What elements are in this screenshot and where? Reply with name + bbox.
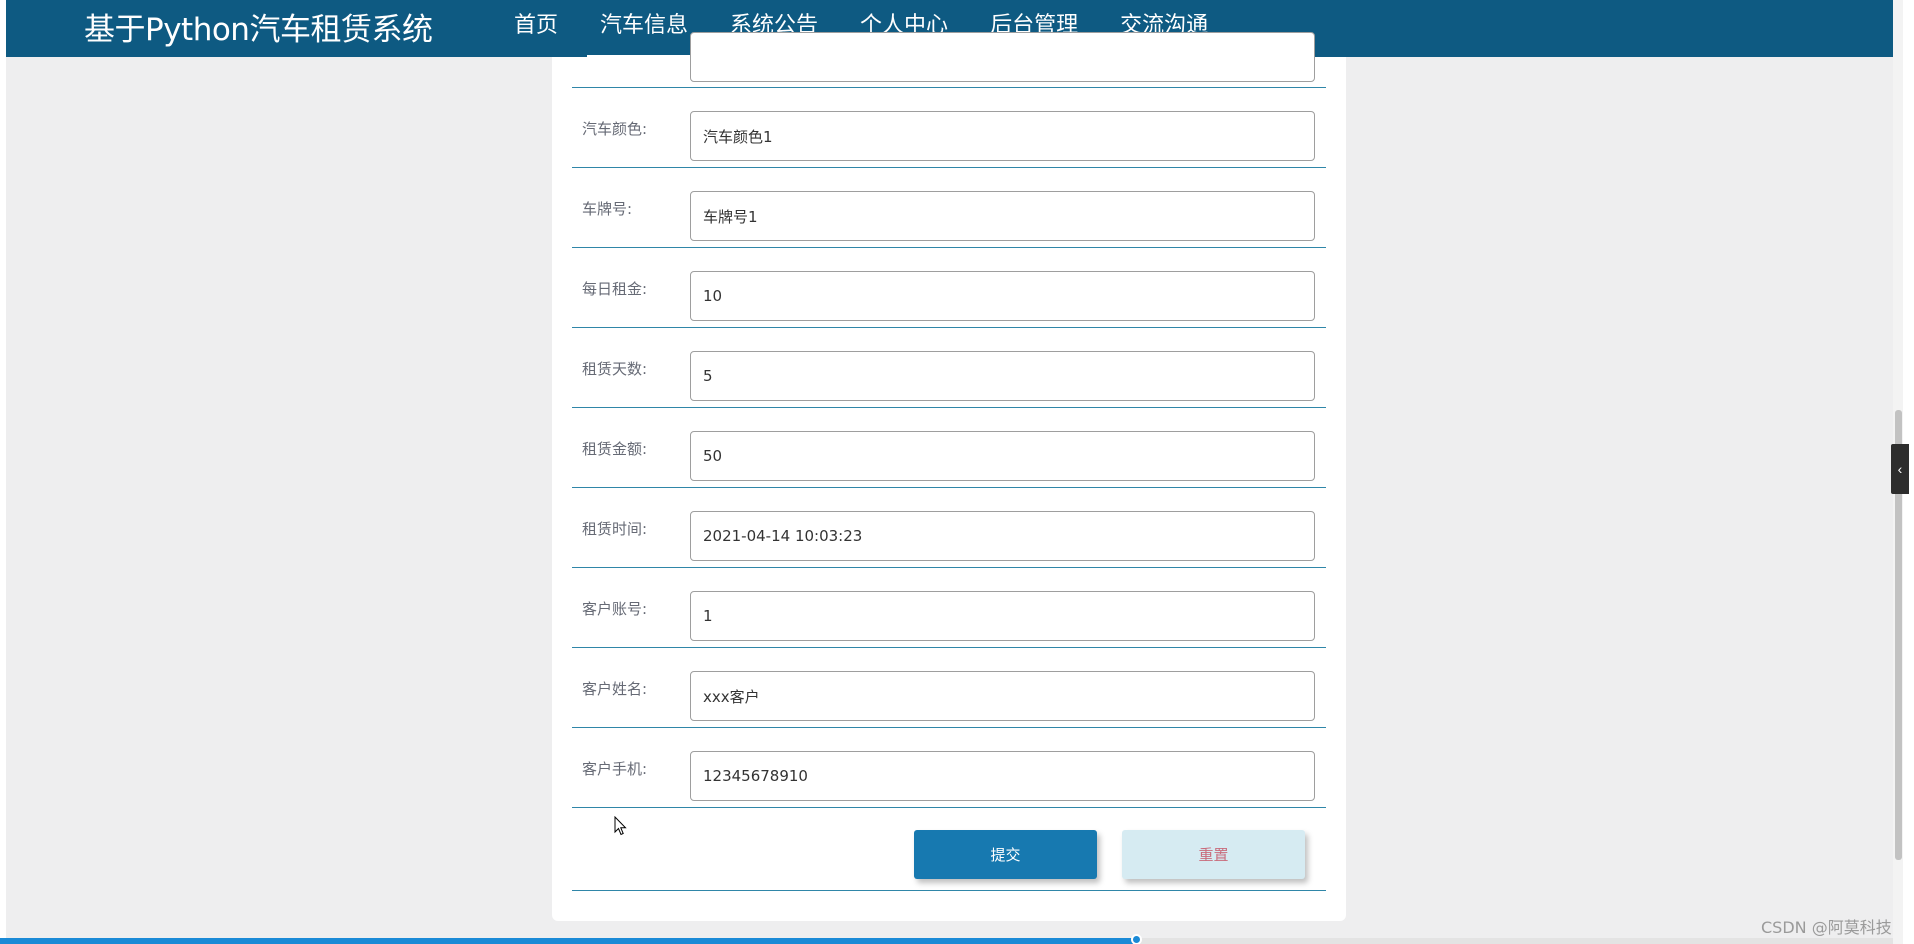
- watermark: CSDN @阿莫科技: [1761, 918, 1892, 937]
- rental-days-input[interactable]: [690, 351, 1315, 401]
- rental-days-label: 租赁天数:: [582, 359, 648, 378]
- nav-home[interactable]: 首页: [493, 0, 579, 57]
- rental-amount-input[interactable]: [690, 431, 1315, 481]
- rental-time-label: 租赁时间:: [582, 519, 648, 538]
- car-color-label: 汽车颜色:: [582, 119, 648, 138]
- daily-rent-label: 每日租金:: [582, 279, 648, 298]
- form-row-car-color: 汽车颜色:: [572, 88, 1326, 168]
- form-row-customer-account: 客户账号:: [572, 568, 1326, 648]
- form-row-partial: [572, 32, 1326, 88]
- form-row-plate-number: 车牌号:: [572, 168, 1326, 248]
- customer-account-input[interactable]: [690, 591, 1315, 641]
- rental-amount-label: 租赁金额:: [582, 439, 648, 458]
- daily-rent-input[interactable]: [690, 271, 1315, 321]
- reset-button[interactable]: 重置: [1122, 830, 1305, 879]
- plate-number-input[interactable]: [690, 191, 1315, 241]
- side-panel-toggle[interactable]: ‹: [1891, 444, 1909, 494]
- bottom-progress-fill: [0, 938, 1136, 944]
- form-row-daily-rent: 每日租金:: [572, 248, 1326, 328]
- customer-name-input[interactable]: [690, 671, 1315, 721]
- submit-button[interactable]: 提交: [914, 830, 1097, 879]
- car-color-input[interactable]: [690, 111, 1315, 161]
- form-row-rental-amount: 租赁金额:: [572, 408, 1326, 488]
- rental-time-input[interactable]: [690, 511, 1315, 561]
- chevron-left-icon: ‹: [1897, 461, 1903, 477]
- left-edge: [0, 0, 6, 944]
- customer-account-label: 客户账号:: [582, 599, 648, 618]
- form-row-customer-name: 客户姓名:: [572, 648, 1326, 728]
- form-row-rental-days: 租赁天数:: [572, 328, 1326, 408]
- site-title: 基于Python汽车租赁系统: [84, 12, 433, 48]
- mouse-cursor-icon: [614, 816, 627, 836]
- customer-phone-label: 客户手机:: [582, 759, 648, 778]
- form-actions: 提交 重置: [572, 810, 1326, 891]
- bottom-progress-handle[interactable]: [1131, 934, 1142, 944]
- rental-form-panel: 汽车颜色: 车牌号: 每日租金: 租赁天数: 租赁金额: 租赁时间: 客户账号:…: [552, 32, 1346, 921]
- partial-input-field[interactable]: [690, 32, 1315, 82]
- customer-name-label: 客户姓名:: [582, 679, 648, 698]
- form-row-rental-time: 租赁时间:: [572, 488, 1326, 568]
- customer-phone-input[interactable]: [690, 751, 1315, 801]
- form-row-customer-phone: 客户手机:: [572, 728, 1326, 808]
- plate-number-label: 车牌号:: [582, 199, 633, 218]
